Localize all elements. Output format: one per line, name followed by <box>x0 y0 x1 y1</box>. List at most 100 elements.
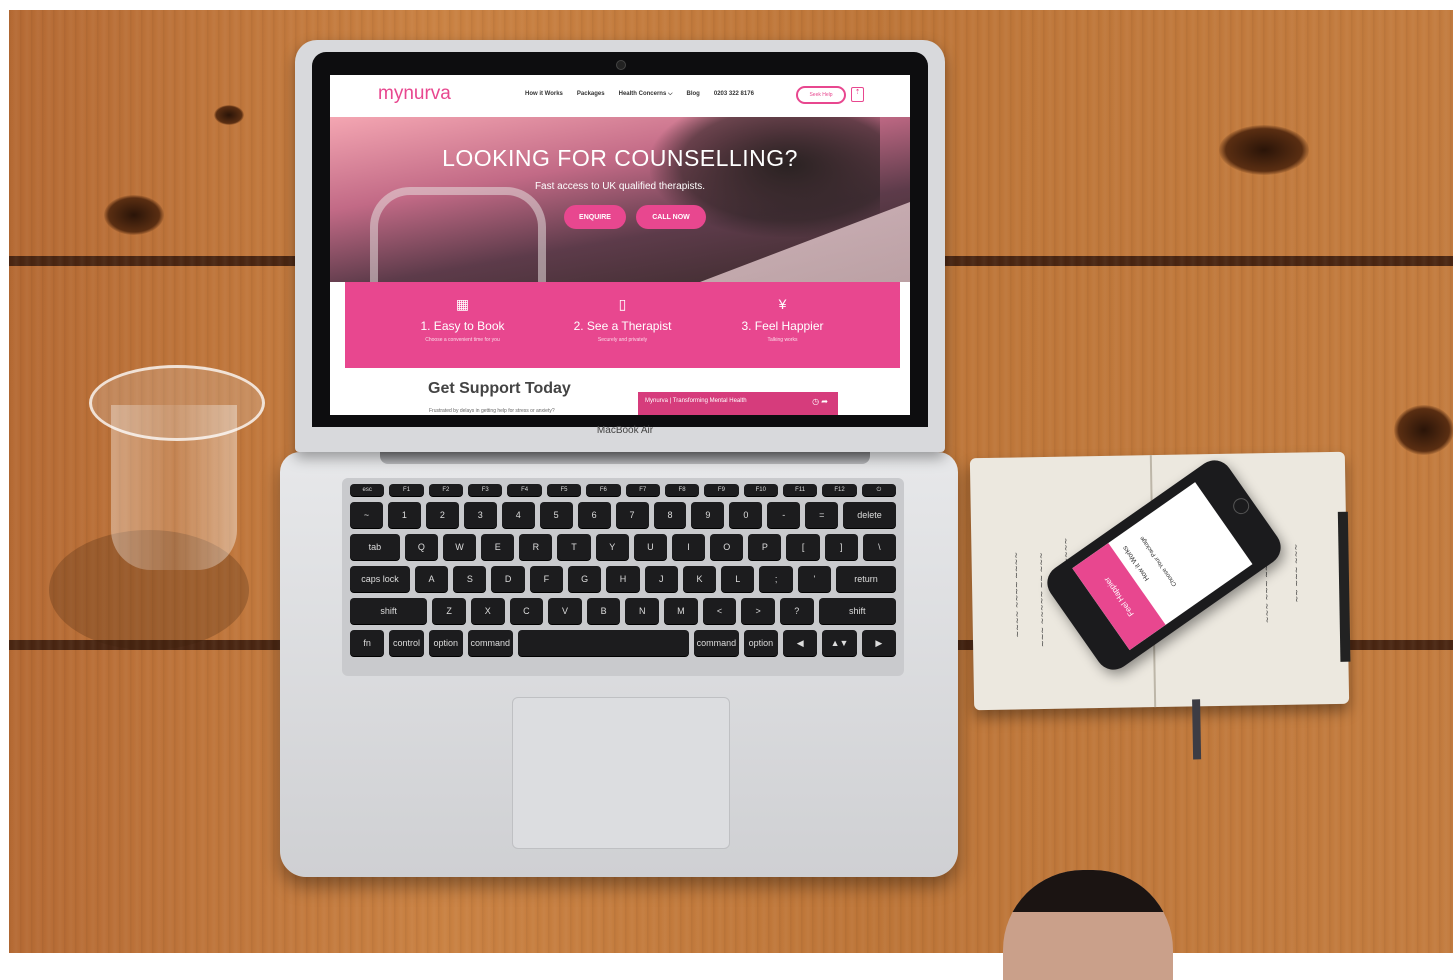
key: G <box>568 566 602 592</box>
key: = <box>805 502 839 528</box>
wood-knot <box>1394 405 1453 455</box>
key: F10 <box>743 484 778 496</box>
key: F8 <box>664 484 700 496</box>
key: ? <box>779 598 814 624</box>
laptop-brand-label: MacBook Air <box>596 425 654 436</box>
calendar-icon: ▦ <box>455 296 470 312</box>
key: 0 <box>729 502 763 528</box>
laptop-screen: mynurva How it Works Packages Health Con… <box>330 75 910 415</box>
key: command <box>694 630 739 656</box>
nav-links: How it Works Packages Health Concerns ⌵ … <box>525 91 754 98</box>
key: N <box>625 598 660 624</box>
key: - <box>767 502 801 528</box>
key: R <box>519 534 553 560</box>
support-question: Frustrated by delays in getting help for… <box>429 408 555 414</box>
hero-title: LOOKING FOR COUNSELLING? <box>442 145 798 171</box>
key: option <box>428 630 463 656</box>
support-title: Get Support Today <box>428 380 571 397</box>
hero-subtitle: Fast access to UK qualified therapists. <box>534 181 706 192</box>
handwriting: ~~~ ~~~ ~~ <box>1261 564 1272 624</box>
step-title: 2. See a Therapist <box>573 319 672 333</box>
key: [ <box>786 534 820 560</box>
key: option <box>743 630 779 656</box>
key: 3 <box>463 502 497 528</box>
nav-phone-number[interactable]: 0203 322 8176 <box>714 91 754 98</box>
video-share-icon[interactable]: ◷ ➦ <box>812 397 828 406</box>
handwriting: ~~~ ~~~~~ ~~ ~~~ <box>1036 552 1048 648</box>
key: F12 <box>822 484 857 496</box>
key: delete <box>843 502 896 528</box>
nav-link-blog[interactable]: Blog <box>687 91 700 98</box>
wood-knot <box>1219 125 1309 175</box>
key: F5 <box>546 484 582 496</box>
key: 4 <box>501 502 535 528</box>
call-now-button[interactable]: CALL NOW <box>636 205 706 229</box>
nav-link-how-it-works[interactable]: How it Works <box>525 91 563 98</box>
key: F6 <box>586 484 621 496</box>
seek-help-button[interactable]: Seek Help <box>796 86 846 104</box>
key: M <box>664 598 698 624</box>
site-logo[interactable]: mynurva <box>378 83 451 105</box>
video-player[interactable]: Mynurva | Transforming Mental Health ◷ ➦ <box>638 392 838 415</box>
key: 7 <box>615 502 649 528</box>
key: F <box>529 566 564 592</box>
key: E <box>481 534 515 560</box>
key: B <box>586 598 621 624</box>
phone-icon: ▯ <box>618 296 627 312</box>
step-see-a-therapist: ▯ 2. See a Therapist Securely and privat… <box>530 282 715 368</box>
key: S <box>453 566 487 592</box>
key: \ <box>862 534 896 560</box>
key: J <box>644 566 678 592</box>
step-easy-to-book: ▦ 1. Easy to Book Choose a convenient ti… <box>370 282 555 368</box>
key: fn <box>350 630 385 656</box>
key: ▲▼ <box>822 630 857 656</box>
key: esc <box>350 484 385 496</box>
nav-link-health-concerns[interactable]: Health Concerns ⌵ <box>619 91 673 98</box>
key: F4 <box>507 484 542 496</box>
key: K <box>682 566 717 592</box>
key: C <box>509 598 544 624</box>
person-head <box>1003 870 1173 980</box>
key: F11 <box>782 484 818 496</box>
person-hair <box>1003 870 1173 912</box>
key: F7 <box>625 484 660 496</box>
enquire-button[interactable]: ENQUIRE <box>564 205 626 229</box>
handwriting: ~~~~ ~~~~ ~~~~ <box>1011 551 1022 638</box>
steps-strip: ▦ 1. Easy to Book Choose a convenient ti… <box>345 282 900 368</box>
nav-link-packages[interactable]: Packages <box>577 91 605 98</box>
laptop-hinge <box>380 452 870 464</box>
basket-icon[interactable]: ⇡ <box>851 87 864 102</box>
key: 1 <box>387 502 421 528</box>
hero-railing <box>370 187 546 295</box>
water-glass <box>89 365 265 575</box>
key: 2 <box>425 502 459 528</box>
camera-icon <box>616 60 626 70</box>
key: U <box>633 534 667 560</box>
handwriting: ~~ ~~~ ~~~ <box>1291 543 1302 603</box>
key: < <box>702 598 737 624</box>
wood-knot <box>104 195 164 235</box>
wood-knot <box>214 105 244 125</box>
key: ' <box>797 566 832 592</box>
glass-rim <box>89 365 265 441</box>
key: L <box>721 566 755 592</box>
key: ▶ <box>861 630 896 656</box>
key: H <box>606 566 640 592</box>
home-button <box>1230 494 1253 518</box>
key: > <box>741 598 775 624</box>
key: F3 <box>468 484 503 496</box>
key: caps lock <box>350 566 410 592</box>
key: Y <box>595 534 629 560</box>
key: F2 <box>428 484 464 496</box>
key: ~ <box>350 502 383 528</box>
key: ; <box>759 566 793 592</box>
key: 9 <box>691 502 725 528</box>
hero-banner: LOOKING FOR COUNSELLING? Fast access to … <box>330 117 910 295</box>
video-title: Mynurva | Transforming Mental Health <box>645 398 747 404</box>
key: D <box>491 566 525 592</box>
keyboard: esc F1 F2 F3 F4 F5 F6 F7 F8 F9 F10 F11 F12 ⏻ ~1 2 3 4 5 6 7… <box>342 478 904 676</box>
key: T <box>557 534 591 560</box>
key: ◀ <box>783 630 818 656</box>
key: shift <box>350 598 428 624</box>
key: shift <box>818 598 896 624</box>
